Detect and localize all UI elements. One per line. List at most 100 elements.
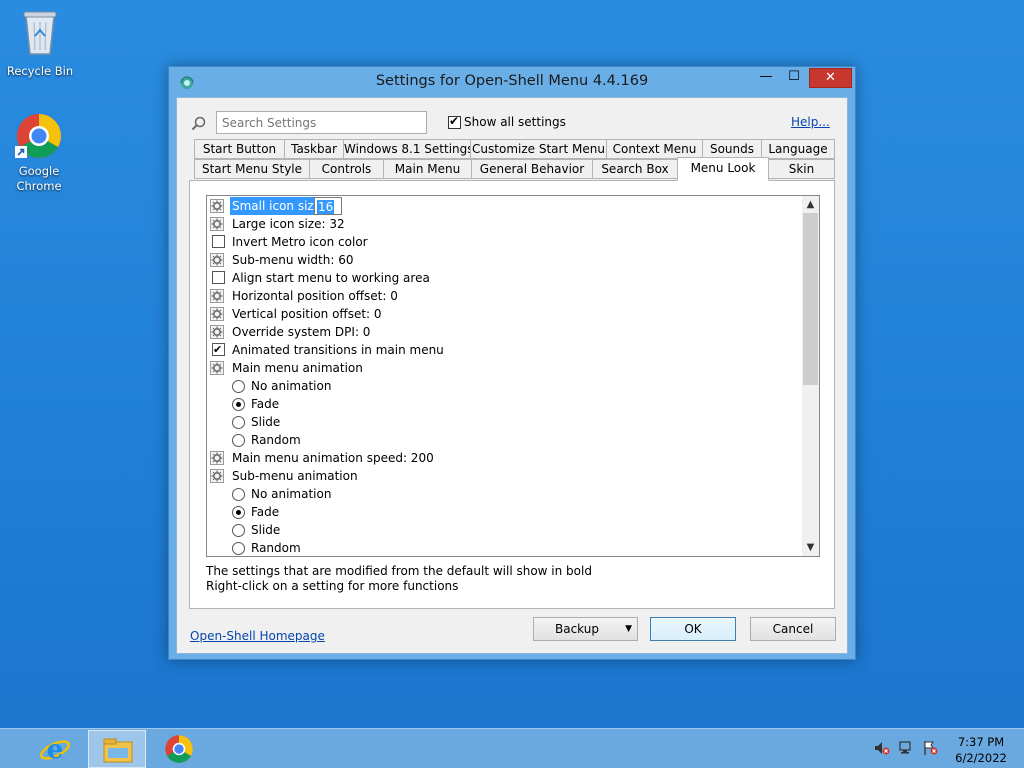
taskbar: e 7:37 PM 6/2/2022 <box>0 728 1024 768</box>
taskbar-file-explorer[interactable] <box>88 730 146 768</box>
open-shell-homepage-link[interactable]: Open-Shell Homepage <box>190 629 325 643</box>
tab-main-menu[interactable]: Main Menu <box>383 159 472 179</box>
tab-general-behavior[interactable]: General Behavior <box>471 159 593 179</box>
ie-icon: e <box>39 735 71 765</box>
setting-row[interactable]: No animation <box>207 485 803 503</box>
radio-selected-dot <box>236 510 241 515</box>
setting-row[interactable]: Large icon size: 32 <box>207 215 803 233</box>
setting-row[interactable]: Slide <box>207 413 803 431</box>
tab-sounds[interactable]: Sounds <box>702 139 762 159</box>
settings-list[interactable]: ▲ ▼ Small icon size 16 Large icon size: 32… <box>206 195 820 557</box>
setting-radio[interactable] <box>232 542 245 555</box>
setting-row[interactable]: Fade <box>207 503 803 521</box>
setting-row[interactable]: Slide <box>207 521 803 539</box>
setting-label: Align start menu to working area <box>232 271 430 285</box>
checkmark-icon: ✔ <box>449 114 460 128</box>
svg-text:e: e <box>47 735 64 765</box>
minimize-button[interactable]: — <box>753 68 779 88</box>
hint-modified-bold: The settings that are modified from the … <box>206 564 592 578</box>
setting-label: Animated transitions in main menu <box>232 343 444 357</box>
desktop-icon-chrome[interactable]: Google Chrome <box>1 112 77 194</box>
tab-controls[interactable]: Controls <box>309 159 384 179</box>
scroll-up-arrow-icon[interactable]: ▲ <box>802 196 819 213</box>
setting-row[interactable]: Vertical position offset: 0 <box>207 305 803 323</box>
vertical-scrollbar[interactable]: ▲ ▼ <box>802 196 819 556</box>
setting-label: No animation <box>251 487 332 501</box>
setting-row[interactable]: Fade <box>207 395 803 413</box>
setting-radio[interactable] <box>232 488 245 501</box>
maximize-button[interactable]: ☐ <box>781 68 807 88</box>
setting-row[interactable]: Invert Metro icon color <box>207 233 803 251</box>
setting-label: Invert Metro icon color <box>232 235 368 249</box>
tab-taskbar[interactable]: Taskbar <box>284 139 344 159</box>
setting-row[interactable]: Sub-menu width: 60 <box>207 251 803 269</box>
setting-row[interactable]: No animation <box>207 377 803 395</box>
setting-row[interactable]: Override system DPI: 0 <box>207 323 803 341</box>
setting-radio[interactable] <box>232 524 245 537</box>
dropdown-arrow-icon: ▼ <box>625 624 632 634</box>
taskbar-clock[interactable]: 7:37 PM 6/2/2022 <box>944 734 1018 766</box>
tab-language[interactable]: Language <box>761 139 835 159</box>
backup-button[interactable]: Backup ▼ <box>533 617 638 641</box>
setting-row[interactable]: Random <box>207 431 803 449</box>
menu-look-panel: ▲ ▼ Small icon size 16 Large icon size: 32… <box>189 180 835 609</box>
action-center-flag-icon[interactable] <box>922 740 938 756</box>
desktop-icon-label: Google Chrome <box>16 164 62 193</box>
setting-radio[interactable] <box>232 398 245 411</box>
show-all-settings-label[interactable]: Show all settings <box>464 115 566 129</box>
setting-row[interactable]: Align start menu to working area <box>207 269 803 287</box>
tab-context-menu[interactable]: Context Menu <box>606 139 703 159</box>
file-explorer-icon <box>103 738 133 763</box>
show-all-settings-checkbox[interactable]: ✔ <box>448 114 461 129</box>
setting-checkbox[interactable] <box>212 235 225 248</box>
setting-label: Small icon size <box>230 197 324 215</box>
close-button[interactable]: ✕ <box>809 68 852 88</box>
radio-selected-dot <box>236 402 241 407</box>
cancel-button[interactable]: Cancel <box>750 617 836 641</box>
tab-menu-look[interactable]: Menu Look <box>677 157 769 181</box>
tab-customize-start-menu[interactable]: Customize Start Menu <box>470 139 607 159</box>
scroll-thumb[interactable] <box>803 213 818 385</box>
setting-label: No animation <box>251 379 332 393</box>
setting-checkbox[interactable] <box>212 271 225 284</box>
help-link[interactable]: Help... <box>791 115 830 129</box>
setting-label: Sub-menu animation <box>232 469 358 483</box>
setting-row[interactable]: Random <box>207 539 803 556</box>
ok-button[interactable]: OK <box>650 617 736 641</box>
recycle-bin-icon <box>2 8 78 60</box>
title-bar[interactable]: Settings for Open-Shell Menu 4.4.169 — ☐… <box>169 67 855 97</box>
search-settings-input[interactable] <box>216 111 427 134</box>
network-icon[interactable] <box>898 740 914 756</box>
setting-radio[interactable] <box>232 380 245 393</box>
setting-row[interactable]: Horizontal position offset: 0 <box>207 287 803 305</box>
window-client-area: ✔ Show all settings Help... Start Button… <box>176 97 848 654</box>
taskbar-internet-explorer[interactable]: e <box>26 730 84 768</box>
hint-right-click: Right-click on a setting for more functi… <box>206 579 459 593</box>
tab-start-menu-style[interactable]: Start Menu Style <box>194 159 310 179</box>
setting-radio[interactable] <box>232 416 245 429</box>
setting-radio[interactable] <box>232 506 245 519</box>
setting-radio[interactable] <box>232 434 245 447</box>
tab-windows-81-settings[interactable]: Windows 8.1 Settings <box>343 139 474 159</box>
scroll-down-arrow-icon[interactable]: ▼ <box>802 539 819 556</box>
tab-search-box[interactable]: Search Box <box>592 159 678 179</box>
setting-label: Main menu animation speed: 200 <box>232 451 434 465</box>
setting-label: Random <box>251 541 301 555</box>
tab-start-button[interactable]: Start Button <box>194 139 285 159</box>
setting-row[interactable]: Small icon size 16 <box>207 197 803 215</box>
search-icon <box>191 116 206 131</box>
icon-size-edit-field[interactable]: 16 <box>314 197 342 215</box>
setting-row[interactable]: Sub-menu animation <box>207 467 803 485</box>
desktop-icon-recycle-bin[interactable]: Recycle Bin <box>2 8 78 79</box>
setting-checkbox[interactable]: ✔ <box>212 343 225 356</box>
taskbar-chrome[interactable] <box>150 730 208 768</box>
setting-row[interactable]: Main menu animation speed: 200 <box>207 449 803 467</box>
speaker-muted-icon[interactable] <box>874 740 890 756</box>
checkmark-icon: ✔ <box>213 343 223 356</box>
tab-skin[interactable]: Skin <box>768 159 835 179</box>
setting-label: Slide <box>251 415 281 429</box>
setting-row[interactable]: ✔ Animated transitions in main menu <box>207 341 803 359</box>
setting-row[interactable]: Main menu animation <box>207 359 803 377</box>
setting-label: Vertical position offset: 0 <box>232 307 382 321</box>
setting-label: Slide <box>251 523 281 537</box>
